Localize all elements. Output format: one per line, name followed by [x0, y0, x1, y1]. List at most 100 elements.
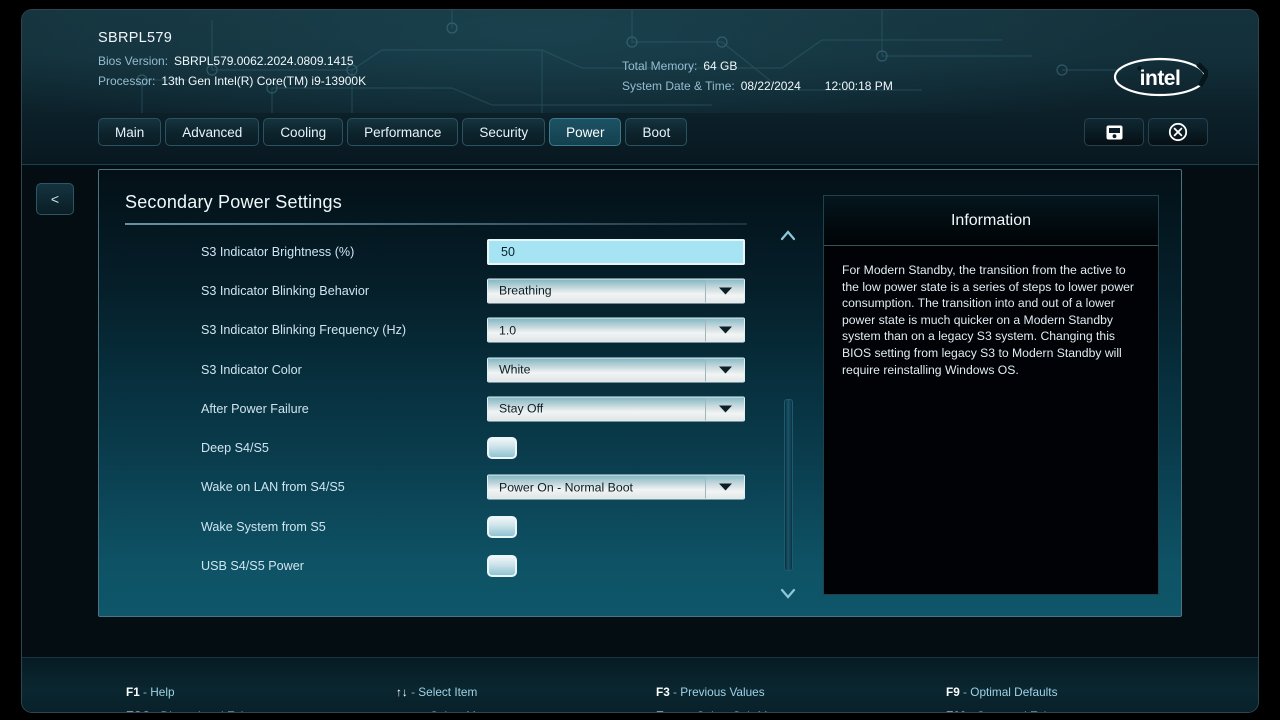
- save-button[interactable]: [1084, 118, 1144, 146]
- settings-list: S3 Indicator Brightness (%) 50 S3 Indicato…: [99, 232, 789, 586]
- page-title: Secondary Power Settings: [125, 192, 342, 212]
- setting-dropdown[interactable]: Breathing: [487, 278, 745, 304]
- tab-bar: Main Advanced Cooling Performance Security Po…: [22, 113, 1258, 165]
- setting-label: S3 Indicator Blinking Behavior: [201, 283, 370, 298]
- setting-row: Wake on LAN from S4/S5 Power On - Normal …: [99, 468, 789, 507]
- save-icon: [1106, 125, 1122, 139]
- processor-value: 13th Gen Intel(R) Core(TM) i9-13900K: [161, 74, 367, 88]
- tab-advanced[interactable]: Advanced: [165, 118, 260, 146]
- key-hint-separator: -: [150, 709, 160, 712]
- body-area: < Secondary Power Settings S3 Indicator …: [22, 165, 1258, 657]
- key-hint-key: ESC: [126, 709, 150, 712]
- intel-logo: intel: [1113, 57, 1208, 97]
- setting-label: After Power Failure: [201, 401, 309, 416]
- chevron-down-icon[interactable]: [706, 279, 744, 303]
- setting-control: Stay Off: [487, 396, 745, 422]
- setting-control: White: [487, 357, 745, 383]
- setting-dropdown[interactable]: 1.0: [487, 317, 745, 343]
- key-hint-key: →←: [396, 709, 420, 712]
- scrollbar-track[interactable]: [784, 249, 793, 579]
- exit-button[interactable]: [1148, 118, 1208, 146]
- setting-row: S3 Indicator Brightness (%) 50: [99, 232, 789, 271]
- processor-label: Processor:: [98, 74, 156, 88]
- scrollbar-thumb[interactable]: [784, 399, 793, 571]
- setting-label: S3 Indicator Blinking Frequency (Hz): [201, 323, 407, 338]
- header: SBRPL579 Bios Version: SBRPL579.0062.2024…: [22, 10, 1258, 113]
- key-hint-key: F10: [946, 709, 966, 712]
- key-hint-separator: -: [686, 709, 696, 712]
- chevron-down-icon[interactable]: [706, 397, 744, 421]
- bios-window: SBRPL579 Bios Version: SBRPL579.0062.2024…: [22, 10, 1258, 712]
- setting-label: S3 Indicator Brightness (%): [201, 244, 355, 259]
- key-hint-separator: -: [420, 709, 430, 712]
- key-hint-desc: Select Item: [418, 685, 478, 699]
- chevron-down-icon[interactable]: [706, 475, 744, 499]
- key-hints: F1 - Help ↑↓ - Select Item F3 - Previous V…: [126, 683, 1178, 712]
- chevron-down-icon[interactable]: [706, 318, 744, 342]
- setting-checkbox[interactable]: [487, 437, 517, 460]
- tab-boot[interactable]: Boot: [625, 118, 688, 146]
- tab-main[interactable]: Main: [98, 118, 162, 146]
- tab-list: Main Advanced Cooling Performance Security Po…: [98, 118, 688, 146]
- setting-dropdown[interactable]: White: [487, 357, 745, 383]
- setting-control: [487, 555, 517, 578]
- setting-control: [487, 515, 517, 538]
- setting-checkbox[interactable]: [487, 515, 517, 538]
- setting-control: Power On - Normal Boot: [487, 474, 745, 500]
- tab-security[interactable]: Security: [462, 118, 546, 146]
- setting-row: S3 Indicator Blinking Frequency (Hz) 1.0: [99, 311, 789, 350]
- key-hint-desc: Previous Values: [680, 685, 765, 699]
- setting-dropdown-value: Power On - Normal Boot: [488, 475, 706, 499]
- setting-control: 1.0: [487, 317, 745, 343]
- setting-label: USB S4/S5 Power: [201, 559, 304, 574]
- close-circle-icon: [1168, 122, 1188, 142]
- setting-label: Wake on LAN from S4/S5: [201, 480, 345, 495]
- chevron-up-icon: [780, 229, 796, 240]
- setting-label: Wake System from S5: [201, 519, 326, 534]
- bios-version-label: Bios Version:: [98, 54, 169, 68]
- chevron-down-icon[interactable]: [706, 358, 744, 382]
- setting-control: [487, 437, 517, 460]
- key-hint-separator: -: [966, 709, 976, 712]
- content-panel: Secondary Power Settings S3 Indicator Br…: [98, 169, 1182, 617]
- tab-performance[interactable]: Performance: [347, 118, 459, 146]
- total-memory-label: Total Memory:: [622, 59, 698, 73]
- setting-row: After Power Failure Stay Off: [99, 389, 789, 428]
- key-hint: F9 - Optimal Defaults: [946, 683, 1178, 702]
- information-text: For Modern Standby, the transition from …: [842, 263, 1134, 377]
- key-hint-key: ↑↓: [396, 685, 408, 699]
- key-hint-separator: -: [139, 685, 151, 699]
- system-datetime-row: System Date & Time: 08/22/2024 12:00:18 PM: [622, 76, 893, 96]
- setting-text-input[interactable]: 50: [487, 238, 745, 265]
- setting-dropdown-value: White: [488, 358, 706, 382]
- system-info-right: Total Memory: 64 GB System Date & Time: 08…: [622, 56, 893, 96]
- scroll-up-button[interactable]: [777, 225, 799, 245]
- setting-row: S3 Indicator Color White: [99, 350, 789, 389]
- key-hint-key: F1: [126, 685, 140, 699]
- scrollbar[interactable]: [777, 225, 799, 603]
- key-hint: ESC - Discard and Exit: [126, 707, 396, 712]
- tab-cooling[interactable]: Cooling: [263, 118, 344, 146]
- back-button[interactable]: <: [36, 183, 74, 215]
- bios-version-value: SBRPL579.0062.2024.0809.1415: [174, 54, 354, 68]
- setting-checkbox[interactable]: [487, 555, 517, 578]
- setting-row: USB S4/S5 Power: [99, 546, 789, 585]
- footer: F1 - Help ↑↓ - Select Item F3 - Previous V…: [22, 657, 1258, 712]
- key-hint: F10 - Save and Exit: [946, 707, 1178, 712]
- key-hint: F1 - Help: [126, 683, 396, 702]
- information-title: Information: [824, 196, 1158, 246]
- window-buttons: [1084, 118, 1208, 146]
- scroll-down-button[interactable]: [777, 583, 799, 603]
- system-date-value: 08/22/2024: [740, 79, 801, 93]
- board-name: SBRPL579: [98, 30, 173, 46]
- setting-dropdown[interactable]: Power On - Normal Boot: [487, 474, 745, 500]
- system-info-left: SBRPL579 Bios Version: SBRPL579.0062.2024…: [98, 30, 366, 91]
- chevron-down-icon: [780, 588, 796, 599]
- tab-power[interactable]: Power: [549, 118, 622, 146]
- key-hint-separator: -: [669, 685, 681, 699]
- title-divider: [125, 223, 747, 225]
- setting-dropdown[interactable]: Stay Off: [487, 396, 745, 422]
- system-time-value: 12:00:18 PM: [824, 79, 893, 93]
- setting-row: Wake System from S5: [99, 507, 789, 546]
- key-hint: F3 - Previous Values: [656, 683, 946, 702]
